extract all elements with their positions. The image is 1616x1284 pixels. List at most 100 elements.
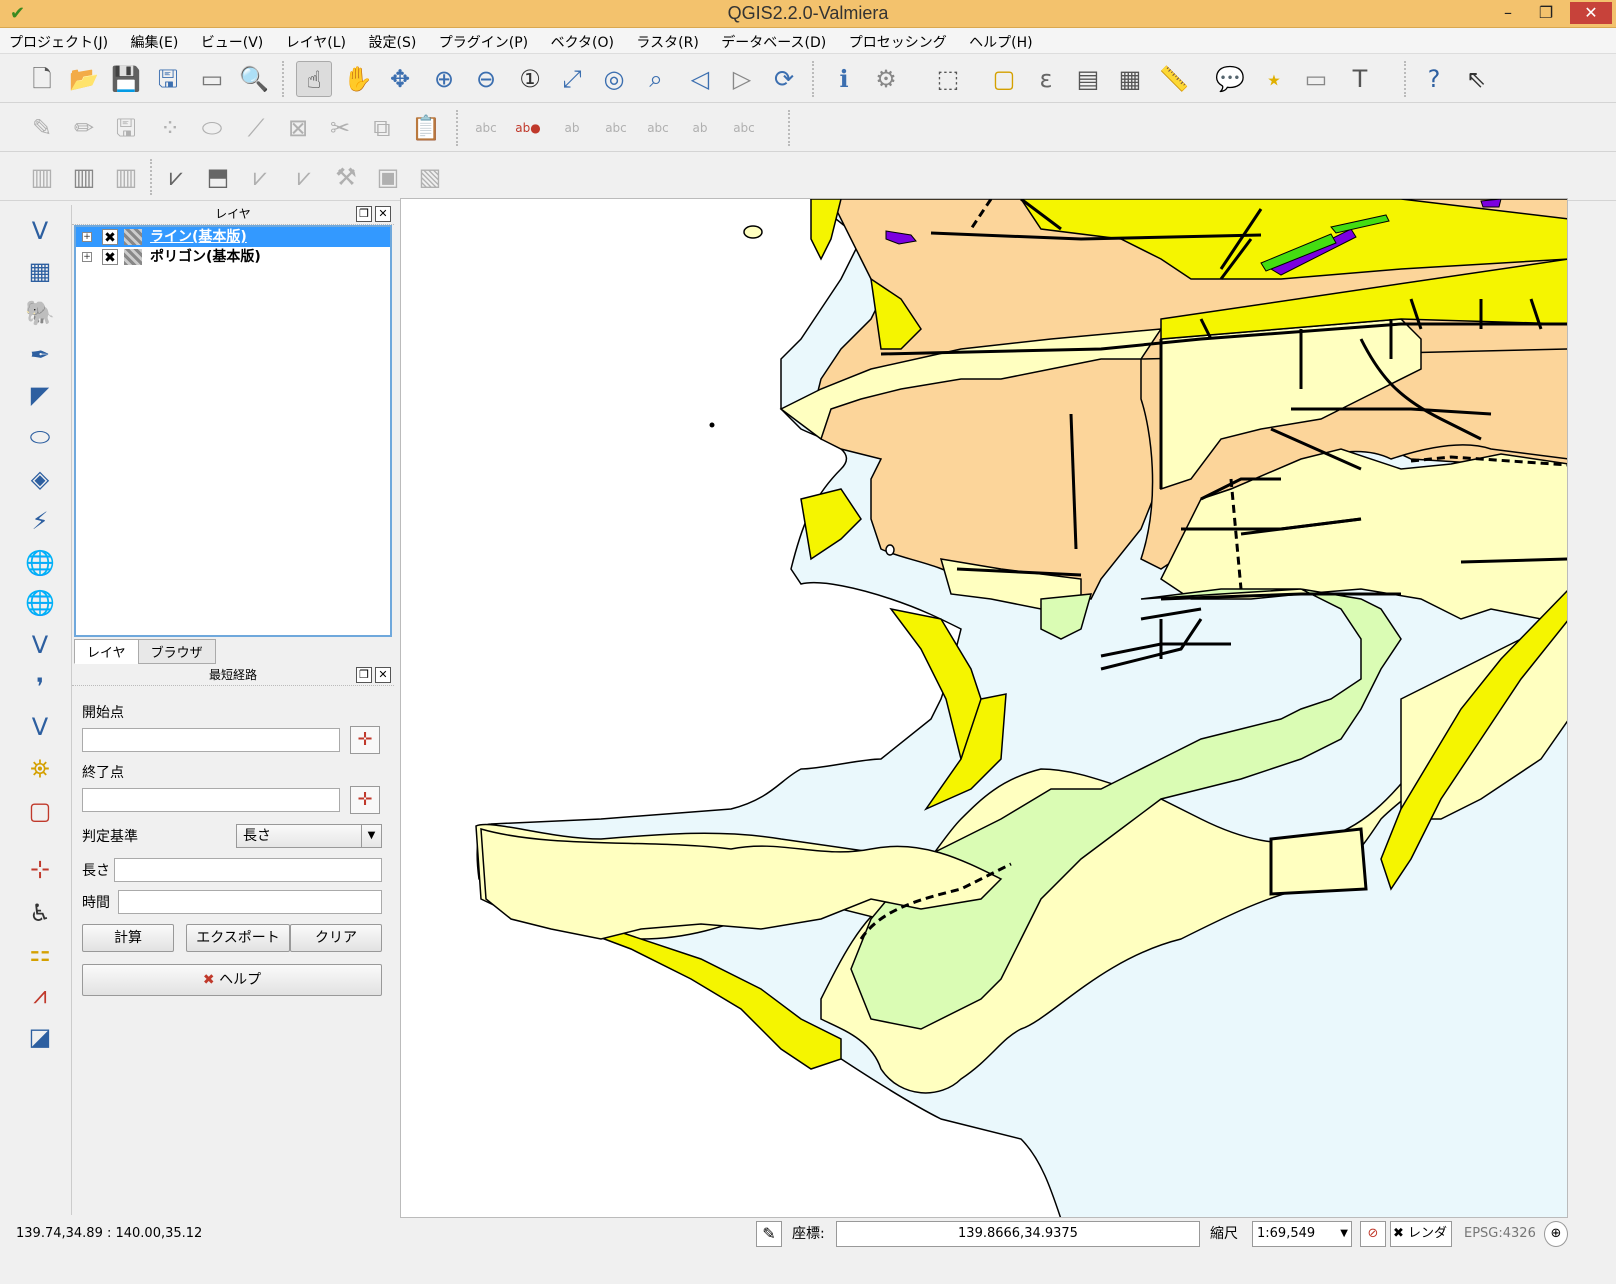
export-button[interactable]: エクスポート <box>186 924 290 952</box>
rotate-label-icon[interactable]: ab <box>682 110 718 146</box>
menu-processing[interactable]: プロセッシング <box>840 28 956 56</box>
new-shapefile-icon[interactable]: V <box>22 709 58 745</box>
add-wfs-layer-icon[interactable]: ⚡ <box>22 503 58 539</box>
length-field[interactable] <box>114 858 382 882</box>
new-project-icon[interactable]: 🗋 <box>24 61 60 97</box>
field-calculator-icon[interactable]: ε <box>1028 61 1064 97</box>
pick-start-point-icon[interactable]: ✛ <box>350 726 380 754</box>
add-ring-icon[interactable]: ⩗ <box>158 159 194 195</box>
calculate-button[interactable]: 計算 <box>82 924 174 952</box>
zoom-next-icon[interactable]: ▷ <box>724 61 760 97</box>
close-panel-icon[interactable]: ✕ <box>375 667 391 683</box>
whats-this-icon[interactable]: ⇖ <box>1458 61 1494 97</box>
restore-button[interactable]: ❐ <box>1528 2 1564 24</box>
current-edits-icon[interactable]: ✎ <box>24 110 60 146</box>
interpolation-icon[interactable]: ◪ <box>22 1019 58 1055</box>
save-as-icon[interactable]: 🖫 <box>150 61 186 97</box>
add-wms-layer-icon[interactable]: 🌐 <box>22 545 58 581</box>
menu-vector[interactable]: ベクタ(O) <box>542 28 623 56</box>
add-wcs-layer-icon[interactable]: 🌐 <box>22 585 58 621</box>
add-spatialite-layer-icon[interactable]: ✒ <box>22 337 58 373</box>
save-edits-icon[interactable]: 🖫 <box>108 110 144 146</box>
simplify-icon[interactable]: ▥ <box>108 159 144 195</box>
new-print-composer-icon[interactable]: ▭ <box>194 61 230 97</box>
text-annotation-icon[interactable]: T <box>1342 61 1378 97</box>
reshape-icon[interactable]: ⚒ <box>328 159 364 195</box>
paste-features-icon[interactable]: 📋 <box>408 110 444 146</box>
end-point-field[interactable] <box>82 788 340 812</box>
help-contents-icon[interactable]: ? <box>1416 61 1452 97</box>
refresh-icon[interactable]: ⟳ <box>766 61 802 97</box>
coordinate-field[interactable]: 139.8666,34.9375 <box>836 1221 1200 1247</box>
zoom-last-icon[interactable]: ◁ <box>682 61 718 97</box>
add-wfs-vector-icon[interactable]: V <box>22 627 58 663</box>
gps-tools-icon[interactable]: ⩘ <box>22 977 58 1013</box>
close-button[interactable]: ✕ <box>1570 2 1612 24</box>
map-canvas[interactable] <box>400 198 1568 1218</box>
render-toggle[interactable]: ✖ レンダ <box>1390 1221 1452 1247</box>
move-feature-icon[interactable]: ⬭ <box>194 110 230 146</box>
remove-layer-icon[interactable]: ▢ <box>22 793 58 829</box>
menu-view[interactable]: ビュー(V) <box>192 28 273 56</box>
save-project-icon[interactable]: 💾 <box>108 61 144 97</box>
messages-icon[interactable]: ⊕ <box>1544 1221 1568 1247</box>
statistics-icon[interactable]: ▦ <box>1112 61 1148 97</box>
toggle-editing-icon[interactable]: ✏ <box>66 110 102 146</box>
new-spatialite-icon[interactable]: ⛯ <box>22 751 58 787</box>
stop-render-icon[interactable]: ⊘ <box>1360 1221 1386 1247</box>
add-mssql-layer-icon[interactable]: ◤ <box>22 377 58 413</box>
pin-label-icon[interactable]: ab <box>554 110 590 146</box>
start-point-field[interactable] <box>82 728 340 752</box>
split-features-icon[interactable]: ▧ <box>412 159 448 195</box>
clear-button[interactable]: クリア <box>290 924 382 952</box>
zoom-out-icon[interactable]: ⊖ <box>468 61 504 97</box>
zoom-full-icon[interactable]: ⤢ <box>554 61 590 97</box>
delete-ring-icon[interactable]: ⩗ <box>242 159 278 195</box>
expand-icon[interactable]: + <box>82 232 92 242</box>
expand-icon[interactable]: + <box>82 252 92 262</box>
zoom-actual-size-icon[interactable]: ① <box>512 61 548 97</box>
deselect-icon[interactable]: ▢ <box>986 61 1022 97</box>
change-label-icon[interactable]: abc <box>726 110 762 146</box>
tab-browser[interactable]: ブラウザ <box>137 639 216 664</box>
visibility-checkbox[interactable]: ✖ <box>102 249 118 266</box>
measure-line-icon[interactable]: 📏 <box>1156 61 1192 97</box>
menu-database[interactable]: データベース(D) <box>712 28 835 56</box>
pan-to-selection-icon[interactable]: ✥ <box>382 61 418 97</box>
delete-selected-icon[interactable]: ⊠ <box>280 110 316 146</box>
help-button[interactable]: ✖ ヘルプ <box>82 964 382 996</box>
zoom-to-selection-icon[interactable]: ◎ <box>596 61 632 97</box>
menu-raster[interactable]: ラスタ(R) <box>627 28 707 56</box>
toggle-extents-icon[interactable]: ✎ <box>756 1221 782 1247</box>
add-vector-layer-icon[interactable]: V <box>22 213 58 249</box>
move-label-icon[interactable]: abc <box>640 110 676 146</box>
select-features-icon[interactable]: ⬚ <box>930 61 966 97</box>
label-toolbar-icon[interactable]: abc <box>468 110 504 146</box>
redo-icon[interactable]: ▥ <box>66 159 102 195</box>
touch-pan-icon[interactable]: ☝ <box>296 61 332 97</box>
tab-layers[interactable]: レイヤ <box>74 639 139 664</box>
pick-end-point-icon[interactable]: ✛ <box>350 786 380 814</box>
pan-icon[interactable]: ✋ <box>340 61 376 97</box>
layer-item-polygons[interactable]: + ✖ ポリゴン(基本版) <box>76 247 390 267</box>
menu-settings[interactable]: 設定(S) <box>359 28 425 56</box>
visibility-checkbox[interactable]: ✖ <box>102 229 118 246</box>
topology-checker-icon[interactable]: ⚏ <box>22 935 58 971</box>
minimize-button[interactable]: – <box>1490 2 1526 24</box>
menu-edit[interactable]: 編集(E) <box>122 28 188 56</box>
zoom-in-icon[interactable]: ⊕ <box>426 61 462 97</box>
map-tips-icon[interactable]: 💬 <box>1212 61 1248 97</box>
add-feature-icon[interactable]: ⁘ <box>152 110 188 146</box>
add-oracle-layer-icon[interactable]: ⬭ <box>22 419 58 455</box>
criterion-select[interactable]: 長さ ▼ <box>236 824 382 848</box>
float-panel-icon[interactable]: ❐ <box>356 667 372 683</box>
zoom-to-layer-icon[interactable]: ⌕ <box>638 61 674 97</box>
menu-plugins[interactable]: プラグイン(P) <box>430 28 537 56</box>
add-raster-layer-icon[interactable]: ▦ <box>22 253 58 289</box>
scale-select[interactable]: 1:69,549 ▼ <box>1252 1221 1352 1247</box>
run-action-icon[interactable]: ⚙ <box>868 61 904 97</box>
open-project-icon[interactable]: 📂 <box>66 61 102 97</box>
menu-help[interactable]: ヘルプ(H) <box>960 28 1041 56</box>
copy-features-icon[interactable]: ⧉ <box>364 110 400 146</box>
float-panel-icon[interactable]: ❐ <box>356 206 372 222</box>
